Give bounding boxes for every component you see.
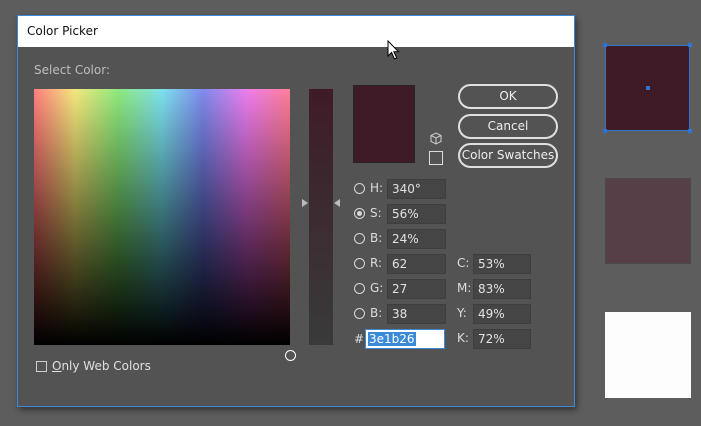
magenta-row: M: 83% (457, 279, 547, 299)
hex-label: # (354, 332, 365, 346)
green-input[interactable]: 27 (387, 279, 446, 299)
hue-input[interactable]: 340° (387, 179, 446, 199)
blue-input[interactable]: 38 (387, 304, 446, 324)
slider-handle-right[interactable] (334, 199, 340, 207)
hue-row: H: 340° (354, 179, 454, 199)
color-picker-dialog: Color Picker Select Color: OK Cancel Col… (17, 15, 575, 407)
color-field[interactable] (34, 89, 296, 361)
cyan-row: C: 53% (457, 254, 547, 274)
only-web-colors-text: nly Web Colors (61, 359, 151, 373)
mouse-pointer-icon (387, 40, 400, 60)
blue-row: B: 38 (354, 304, 454, 324)
magenta-input[interactable]: 83% (473, 279, 531, 299)
dialog-title[interactable]: Color Picker (18, 16, 574, 47)
hue-label: H: (370, 181, 384, 195)
selected-swatch-shape[interactable] (603, 43, 692, 133)
hex-value-selected: 3e1b26 (368, 332, 416, 346)
brightness-input[interactable]: 24% (387, 229, 446, 249)
hex-input[interactable]: 3e1b26 (365, 329, 445, 349)
yellow-row: Y: 49% (457, 304, 547, 324)
hue-radio[interactable] (354, 183, 365, 194)
saturation-row: S: 56% (354, 204, 454, 224)
saturation-slider[interactable] (309, 89, 333, 345)
brightness-row: B: 24% (354, 229, 454, 249)
center-point (646, 86, 650, 90)
blue-label: B: (370, 306, 383, 320)
yellow-input[interactable]: 49% (473, 304, 531, 324)
saturation-label: S: (370, 206, 382, 220)
red-label: R: (370, 256, 383, 270)
brightness-radio[interactable] (354, 233, 365, 244)
black-label: K: (457, 331, 469, 345)
color-field-marker[interactable] (285, 350, 296, 361)
black-input[interactable]: 72% (473, 329, 531, 349)
only-web-colors-label[interactable]: Only Web Colors (52, 359, 151, 373)
out-of-gamut-swatch-icon[interactable] (429, 151, 443, 165)
selection-handle[interactable] (688, 129, 692, 133)
red-radio[interactable] (354, 258, 365, 269)
magenta-label: M: (457, 281, 472, 295)
saturation-input[interactable]: 56% (387, 204, 446, 224)
cancel-button[interactable]: Cancel (458, 114, 558, 139)
white-swatch-shape[interactable] (605, 312, 691, 398)
green-label: G: (370, 281, 384, 295)
color-swatches-button[interactable]: Color Swatches (458, 143, 558, 168)
red-row: R: 62 (354, 254, 454, 274)
select-color-label: Select Color: (34, 63, 110, 77)
green-radio[interactable] (354, 283, 365, 294)
saturation-radio[interactable] (354, 208, 365, 219)
green-row: G: 27 (354, 279, 454, 299)
cyan-label: C: (457, 256, 470, 270)
selection-handle[interactable] (603, 129, 607, 133)
blue-radio[interactable] (354, 308, 365, 319)
red-input[interactable]: 62 (387, 254, 446, 274)
web-safe-cube-icon[interactable] (430, 132, 442, 145)
slider-handle-left[interactable] (302, 199, 308, 207)
cyan-input[interactable]: 53% (473, 254, 531, 274)
mauve-swatch-shape[interactable] (605, 178, 691, 264)
current-color-swatch (353, 85, 415, 163)
ok-button[interactable]: OK (458, 84, 558, 109)
yellow-label: Y: (457, 306, 467, 320)
only-web-colors-checkbox[interactable] (36, 361, 47, 372)
selection-handle[interactable] (603, 43, 607, 47)
black-row: K: 72% (457, 329, 547, 349)
brightness-label: B: (370, 231, 383, 245)
selection-handle[interactable] (688, 43, 692, 47)
